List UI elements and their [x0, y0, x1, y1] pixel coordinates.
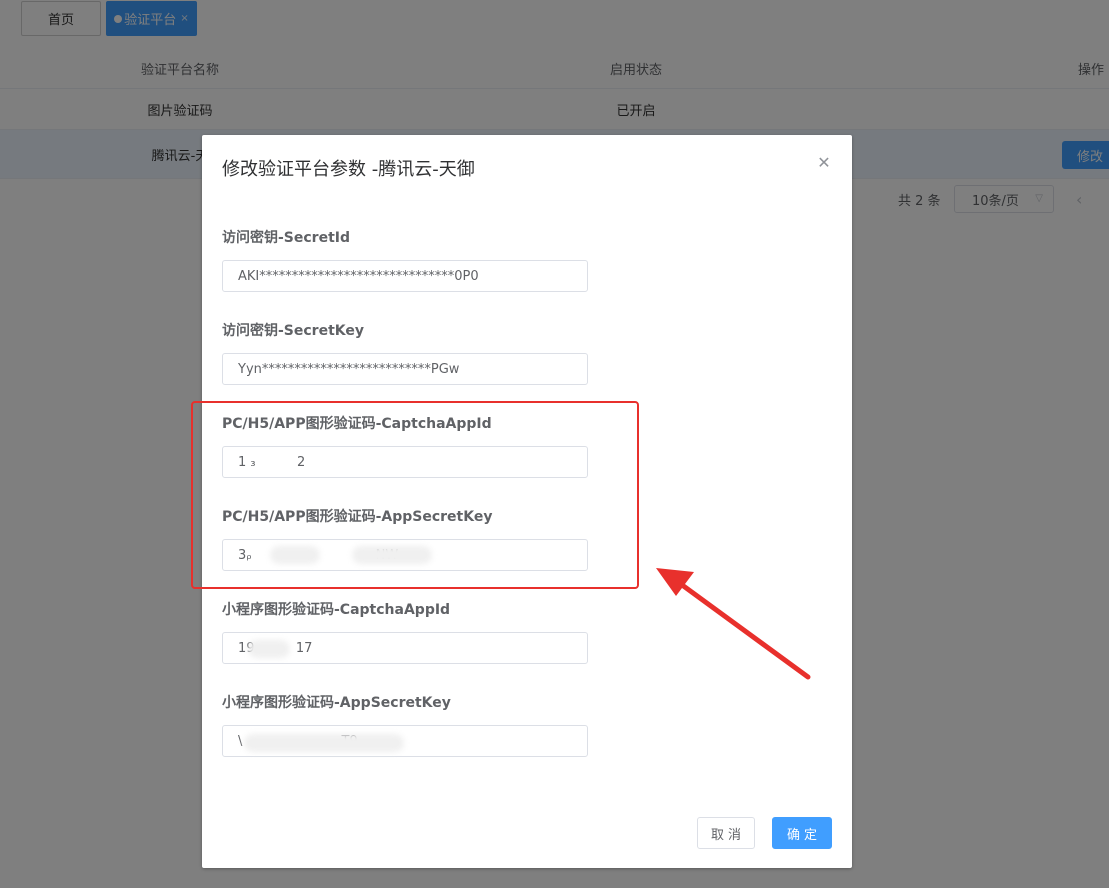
annotation-arrow-icon	[656, 568, 811, 680]
